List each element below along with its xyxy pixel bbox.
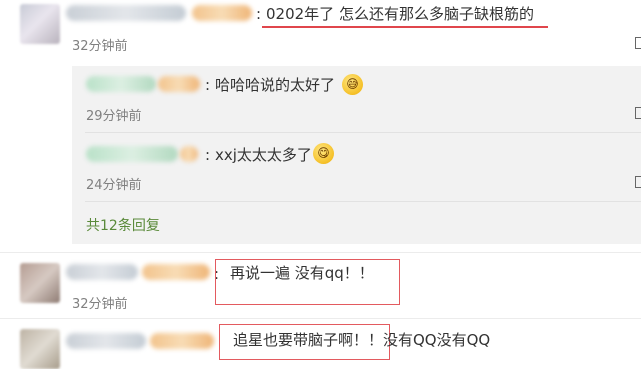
username-blurred[interactable] (66, 333, 146, 349)
divider (0, 318, 641, 319)
comment-time: 32分钟前 (72, 297, 128, 312)
divider (85, 132, 641, 133)
drooling-emoji-icon: 😋 (313, 143, 334, 164)
reply-time: 24分钟前 (86, 178, 142, 193)
reply-time: 29分钟前 (86, 109, 142, 124)
colon: : (256, 5, 262, 23)
user-badge-blurred (150, 333, 214, 349)
colon: : (205, 76, 211, 94)
reply-badge-blurred (180, 146, 198, 162)
comment-text: 0202年了 怎么还有那么多脑子缺根筋的 (266, 5, 534, 23)
reply-badge-blurred (158, 76, 200, 92)
more-options-icon[interactable] (635, 176, 641, 188)
grinning-sweat-emoji-icon: 😅 (342, 74, 363, 95)
reply-text: xxj太太太多了 (215, 146, 312, 164)
divider (85, 201, 641, 202)
user-badge-blurred (142, 264, 210, 280)
comment-time: 32分钟前 (72, 39, 128, 54)
divider (0, 252, 641, 253)
reply-count-link[interactable]: 共12条回复 (86, 215, 160, 235)
comment-text: 再说一遍 没有qq！！ (230, 264, 374, 282)
avatar[interactable] (20, 329, 60, 369)
username-blurred[interactable] (66, 264, 138, 280)
avatar[interactable] (20, 263, 60, 303)
reply-text: 哈哈哈说的太好了 (215, 76, 336, 94)
more-options-icon[interactable] (635, 107, 641, 119)
username-blurred[interactable] (66, 5, 186, 21)
reply-username-blurred[interactable] (86, 76, 156, 92)
user-badge-blurred (192, 5, 252, 21)
comment-text: 追星也要带脑子啊！！没有QQ没有QQ (233, 331, 491, 349)
colon: : (205, 146, 211, 164)
reply-username-blurred[interactable] (86, 146, 178, 162)
highlight-underline (262, 26, 548, 28)
more-options-icon[interactable] (635, 37, 641, 49)
avatar[interactable] (20, 4, 60, 44)
